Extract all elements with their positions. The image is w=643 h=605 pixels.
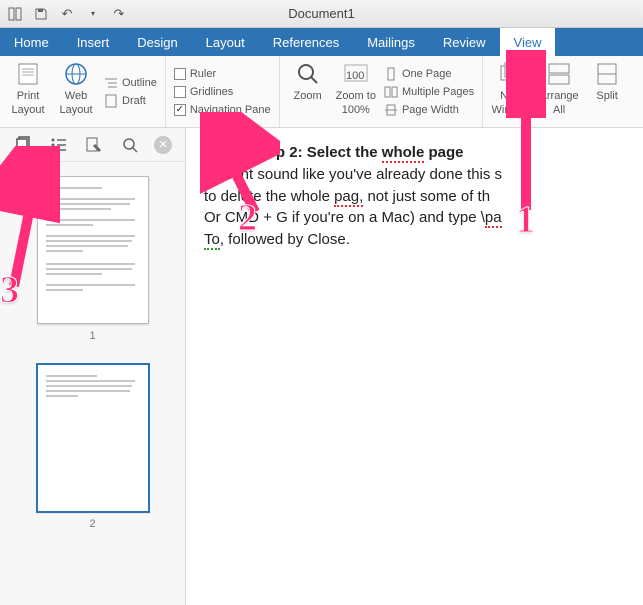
split-icon [593, 60, 621, 88]
arrange-all-label-1: Arrange [540, 90, 579, 102]
page-preview [37, 176, 149, 324]
headings-tab-icon[interactable] [48, 134, 70, 156]
save-icon[interactable] [34, 7, 48, 21]
zoom-button[interactable]: Zoom [288, 60, 328, 102]
outline-label: Outline [122, 77, 157, 89]
zoom-100-icon: 100 [342, 60, 370, 88]
doc-line: It might sound like you've already done … [204, 164, 625, 186]
autosave-icon[interactable] [8, 7, 22, 21]
review-tab-icon[interactable] [83, 134, 105, 156]
ribbon: Print Layout Web Layout Outline Draft Ru… [0, 56, 643, 128]
page-width-icon [384, 103, 398, 117]
multiple-pages-icon [384, 85, 398, 99]
page-width-button[interactable]: Page Width [384, 103, 474, 117]
arrange-all-label-2: All [553, 104, 565, 116]
split-label: Split [596, 90, 617, 102]
print-layout-label-1: Print [17, 90, 40, 102]
arrange-all-button[interactable]: Arrange All [539, 60, 579, 116]
navigation-pane-checkbox[interactable]: ✓ Navigation Pane [174, 104, 271, 116]
doc-line: Or CMD + G if you're on a Mac) and type … [204, 207, 625, 229]
zoom-100-label-2: 100% [342, 104, 370, 116]
find-tab-icon[interactable] [119, 134, 141, 156]
doc-heading: ▢▢©gStep 2: Select the whole page [204, 142, 625, 164]
web-layout-label-1: Web [65, 90, 87, 102]
tab-review[interactable]: Review [429, 28, 500, 56]
new-window-label-2: Window [492, 104, 531, 116]
page-width-label: Page Width [402, 104, 459, 116]
tab-home[interactable]: Home [0, 28, 63, 56]
thumbnail-page-1[interactable]: 1 [37, 176, 149, 342]
tab-mailings[interactable]: Mailings [353, 28, 429, 56]
web-layout-button[interactable]: Web Layout [56, 60, 96, 116]
web-layout-label-2: Layout [59, 104, 92, 116]
thumbnails-tab-icon[interactable] [13, 134, 35, 156]
tab-layout[interactable]: Layout [192, 28, 259, 56]
one-page-label: One Page [402, 68, 452, 80]
draft-button[interactable]: Draft [104, 94, 157, 108]
gridlines-label: Gridlines [190, 86, 233, 98]
page-number: 2 [89, 518, 95, 530]
title-bar: ↶ ▾ ↷ Document1 [0, 0, 643, 28]
multiple-pages-button[interactable]: Multiple Pages [384, 85, 474, 99]
thumbnail-page-2[interactable]: 2 [37, 364, 149, 530]
checkbox-icon [174, 68, 186, 80]
zoom-100-label-1: Zoom to [336, 90, 376, 102]
page-number: 1 [89, 330, 95, 342]
print-layout-icon [14, 60, 42, 88]
tab-references[interactable]: References [259, 28, 353, 56]
main-area: ✕ 1 [0, 128, 643, 605]
tab-design[interactable]: Design [123, 28, 191, 56]
doc-line: to delete the whole pag, not just some o… [204, 186, 625, 208]
gridlines-checkbox[interactable]: Gridlines [174, 86, 271, 98]
close-pane-button[interactable]: ✕ [154, 136, 172, 154]
group-zoom: Zoom 100 Zoom to 100% One Page Multiple … [280, 56, 484, 127]
group-show: Ruler Gridlines ✓ Navigation Pane [166, 56, 280, 127]
navigation-tabs: ✕ [0, 128, 185, 162]
one-page-icon [384, 67, 398, 81]
quick-access-toolbar: ↶ ▾ ↷ [8, 7, 126, 21]
document-canvas[interactable]: ▢▢©gStep 2: Select the whole page It mig… [186, 128, 643, 605]
one-page-button[interactable]: One Page [384, 67, 474, 81]
group-views: Print Layout Web Layout Outline Draft [0, 56, 166, 127]
navigation-pane: ✕ 1 [0, 128, 186, 605]
close-icon: ✕ [159, 138, 168, 151]
navigation-pane-label: Navigation Pane [190, 104, 271, 116]
group-window: New Window Arrange All Split [483, 56, 635, 127]
tab-view[interactable]: View [500, 28, 556, 56]
svg-text:100: 100 [346, 70, 364, 82]
zoom-icon [294, 60, 322, 88]
checkbox-icon [174, 86, 186, 98]
page-preview [37, 364, 149, 512]
outline-icon [104, 76, 118, 90]
new-window-icon [497, 60, 525, 88]
outline-button[interactable]: Outline [104, 76, 157, 90]
print-layout-label-2: Layout [11, 104, 44, 116]
zoom-label: Zoom [294, 90, 322, 102]
zoom-100-button[interactable]: 100 Zoom to 100% [336, 60, 376, 116]
page-thumbnails: 1 2 [0, 162, 185, 605]
doc-line: To, followed by Close. [204, 229, 625, 251]
draft-label: Draft [122, 95, 146, 107]
ribbon-tabs: Home Insert Design Layout References Mai… [0, 28, 643, 56]
ruler-checkbox[interactable]: Ruler [174, 68, 271, 80]
new-window-label-1: New [500, 90, 522, 102]
tab-insert[interactable]: Insert [63, 28, 124, 56]
web-layout-icon [62, 60, 90, 88]
print-layout-button[interactable]: Print Layout [8, 60, 48, 116]
undo-more-icon[interactable]: ▾ [86, 7, 100, 21]
new-window-button[interactable]: New Window [491, 60, 531, 116]
draft-icon [104, 94, 118, 108]
undo-icon[interactable]: ↶ [60, 7, 74, 21]
ruler-label: Ruler [190, 68, 216, 80]
redo-icon[interactable]: ↷ [112, 7, 126, 21]
arrange-all-icon [545, 60, 573, 88]
multiple-pages-label: Multiple Pages [402, 86, 474, 98]
checkbox-checked-icon: ✓ [174, 104, 186, 116]
split-button[interactable]: Split [587, 60, 627, 102]
